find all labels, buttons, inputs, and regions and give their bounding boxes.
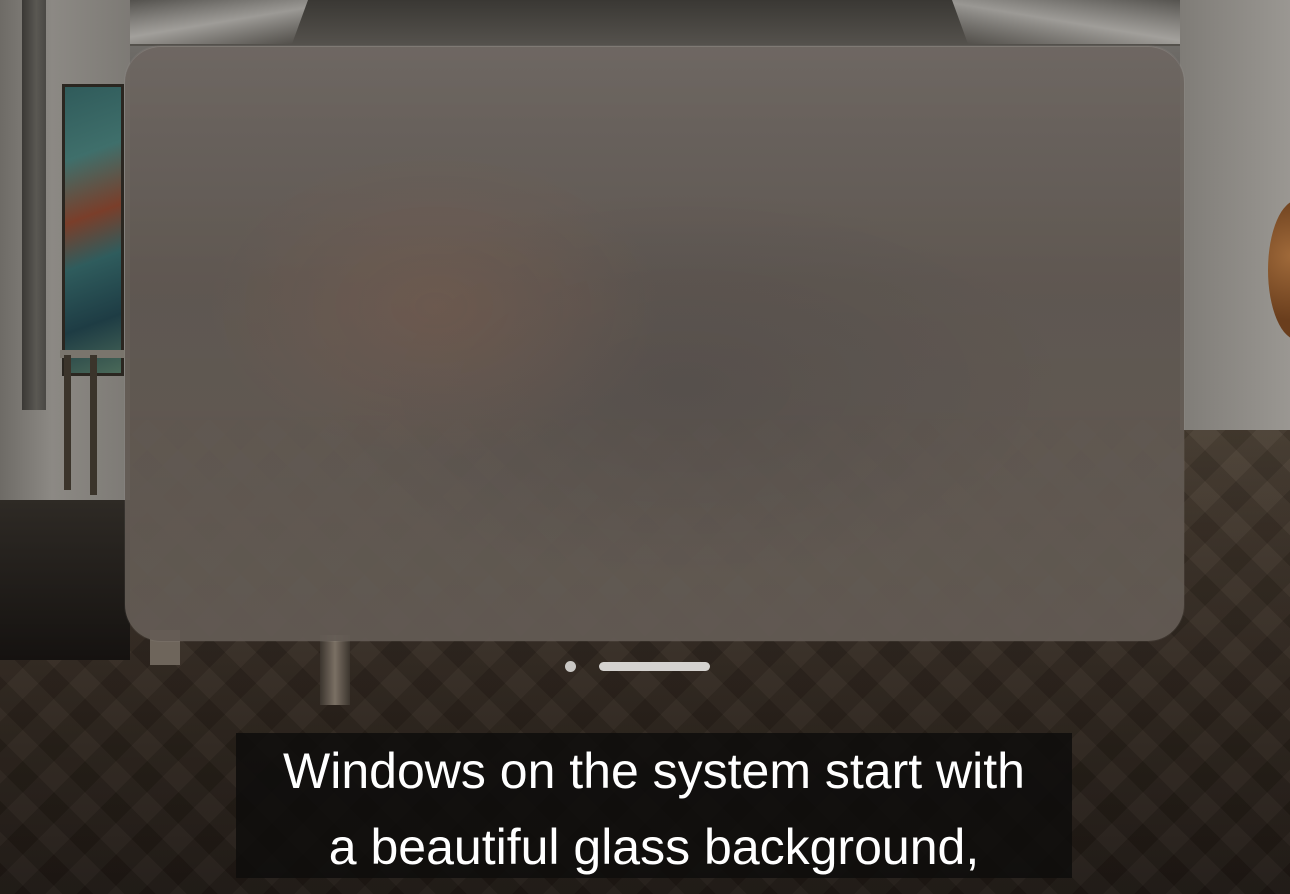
pedestal-leg (90, 355, 97, 495)
gallery-wall-right (1180, 0, 1290, 430)
caption-line-2: a beautiful glass background, (328, 819, 980, 875)
caption-box: Windows on the system start with a beaut… (236, 733, 1072, 878)
table-leg (320, 635, 350, 705)
environment-scene: Windows on the system start with a beaut… (0, 0, 1290, 894)
glass-window[interactable] (125, 46, 1184, 641)
window-controls (560, 660, 720, 674)
wall-pillar (22, 0, 46, 410)
wall-painting (62, 84, 124, 376)
window-grab-bar-icon[interactable] (599, 662, 710, 671)
floor-ledge (0, 500, 130, 660)
caption-line-1: Windows on the system start with (283, 743, 1025, 799)
pedestal-leg (64, 355, 71, 490)
window-close-icon[interactable] (565, 661, 576, 672)
